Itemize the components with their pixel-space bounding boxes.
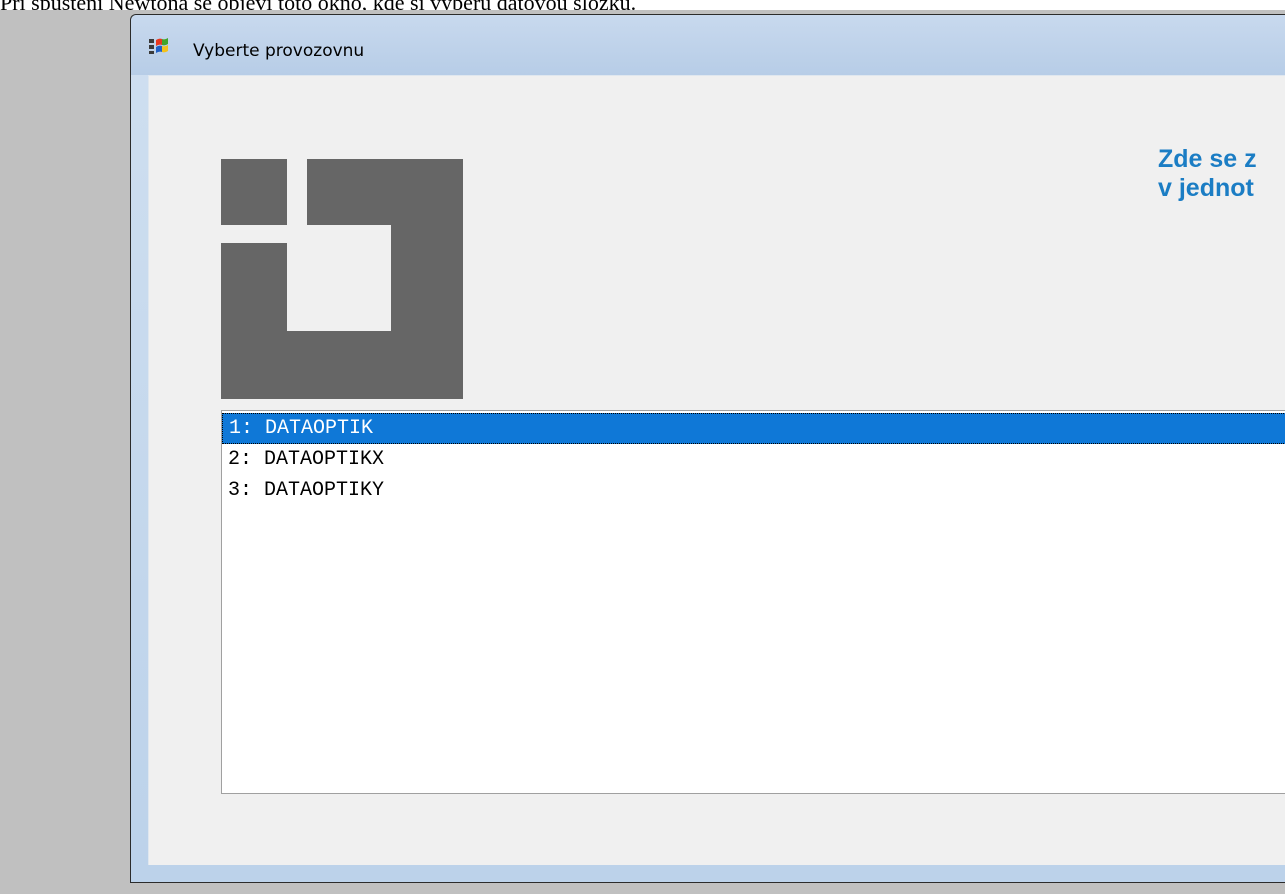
info-heading: Zde se z v jednot [1158, 145, 1285, 203]
location-listbox[interactable]: 1: DATAOPTIK 2: DATAOPTIKX 3: DATAOPTIKY [221, 410, 1285, 794]
list-item[interactable]: 3: DATAOPTIKY [222, 475, 1285, 506]
select-location-dialog: Vyberte provozovnu Zde se z v jednot 1: … [130, 14, 1285, 883]
list-item[interactable]: 1: DATAOPTIK [222, 413, 1285, 444]
info-heading-line-2: v jednot [1158, 174, 1254, 202]
company-logo-icon [221, 159, 463, 399]
windows-app-icon [149, 38, 168, 54]
dialog-client-area: Zde se z v jednot 1: DATAOPTIK 2: DATAOP… [148, 75, 1285, 865]
list-item[interactable]: 2: DATAOPTIKX [222, 444, 1285, 475]
info-heading-line-1: Zde se z [1158, 145, 1257, 173]
window-title: Vyberte provozovnu [193, 41, 365, 61]
title-bar[interactable]: Vyberte provozovnu [131, 15, 1285, 75]
